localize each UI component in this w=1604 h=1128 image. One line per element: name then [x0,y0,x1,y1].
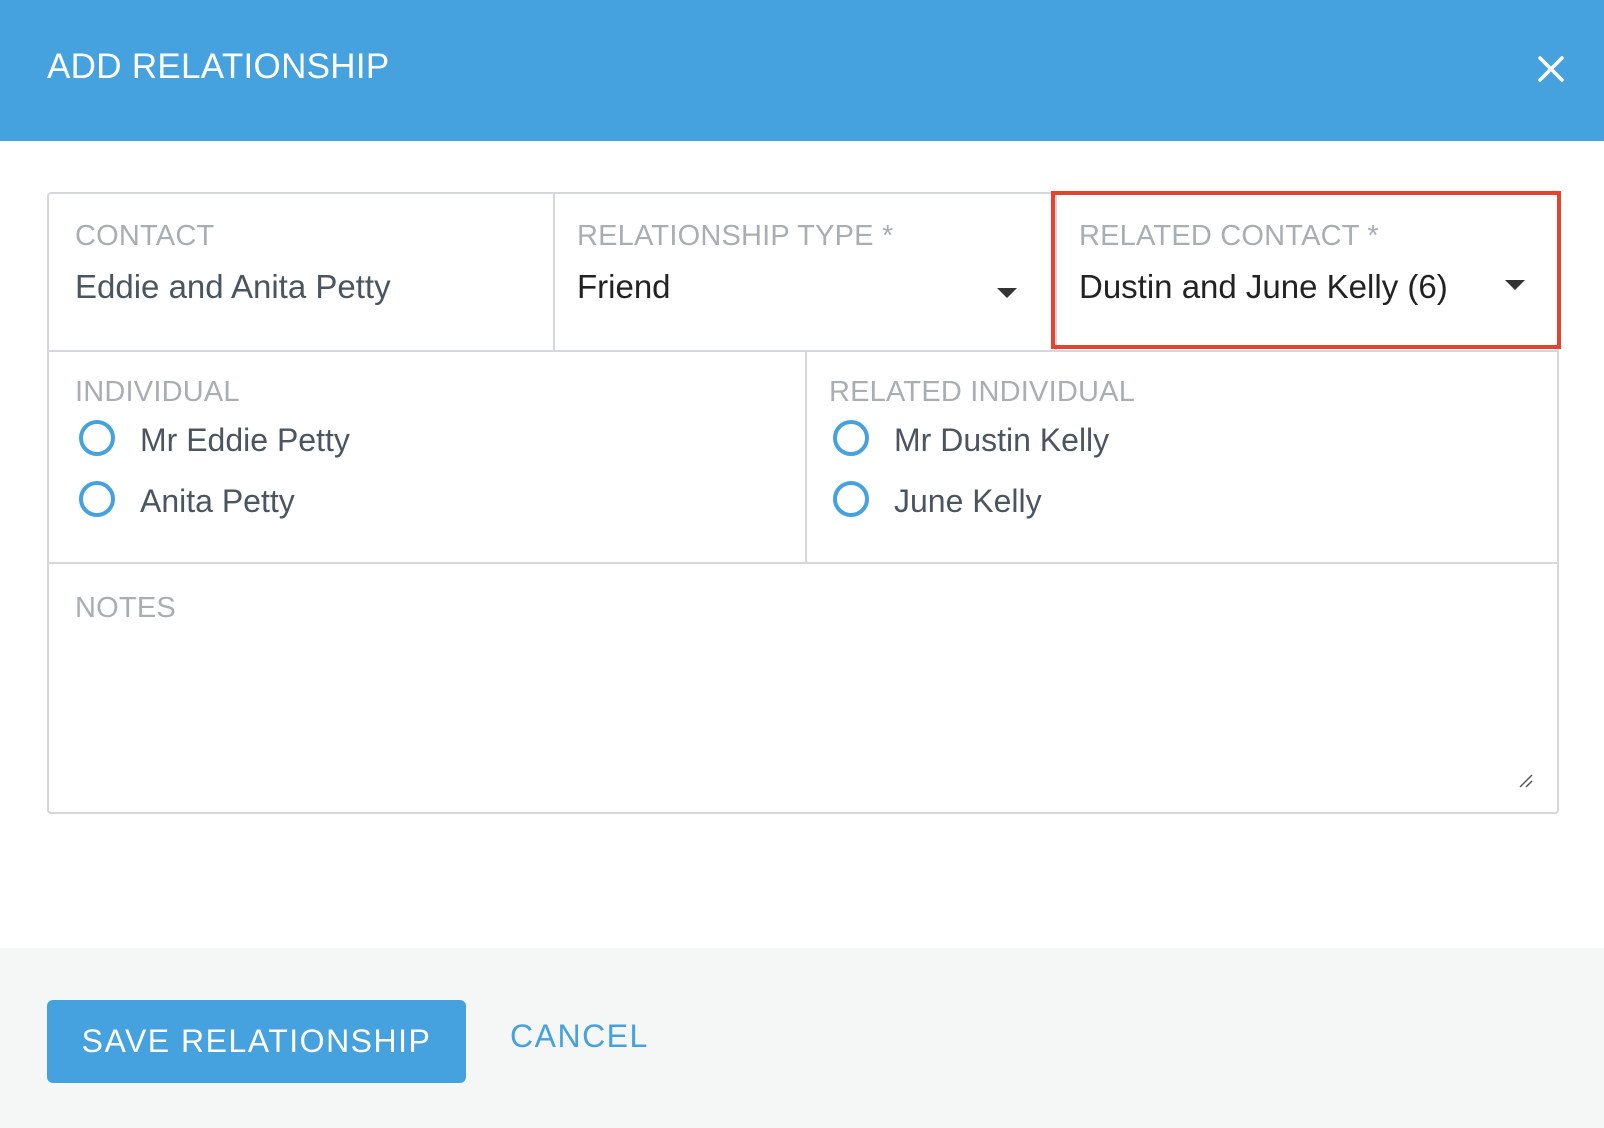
radio-label[interactable]: Mr Eddie Petty [140,422,350,459]
contact-field: CONTACT Eddie and Anita Petty [49,194,553,350]
relationship-type-value: Friend [577,268,671,305]
contact-value: Eddie and Anita Petty [75,268,391,305]
radio-label[interactable]: Mr Dustin Kelly [894,422,1109,459]
chevron-down-icon [997,288,1017,298]
radio-related-individual-1[interactable] [833,420,869,456]
save-relationship-button[interactable]: SAVE RELATIONSHIP [47,1000,466,1083]
notes-textarea[interactable] [49,569,1561,816]
radio-label[interactable]: June Kelly [894,483,1042,520]
related-individual-group: RELATED INDIVIDUAL Mr Dustin Kelly June … [807,352,1557,562]
close-icon[interactable] [1536,54,1566,84]
radio-label[interactable]: Anita Petty [140,483,295,520]
relationship-type-select[interactable]: RELATIONSHIP TYPE * Friend [555,194,1055,350]
related-individual-label: RELATED INDIVIDUAL [829,376,1136,408]
contact-label: CONTACT [75,220,215,252]
cancel-button[interactable]: CANCEL [510,1018,649,1055]
dialog-header: ADD RELATIONSHIP [0,0,1604,141]
radio-individual-2[interactable] [79,481,115,517]
related-contact-highlight [1051,191,1561,349]
relationship-type-label: RELATIONSHIP TYPE * [577,220,894,252]
dialog-title: ADD RELATIONSHIP [47,47,390,86]
divider [49,562,1557,564]
radio-individual-1[interactable] [79,420,115,456]
radio-related-individual-2[interactable] [833,481,869,517]
resize-grip-icon[interactable] [1517,772,1535,790]
individual-label: INDIVIDUAL [75,376,240,408]
individual-group: INDIVIDUAL Mr Eddie Petty Anita Petty [49,352,805,562]
